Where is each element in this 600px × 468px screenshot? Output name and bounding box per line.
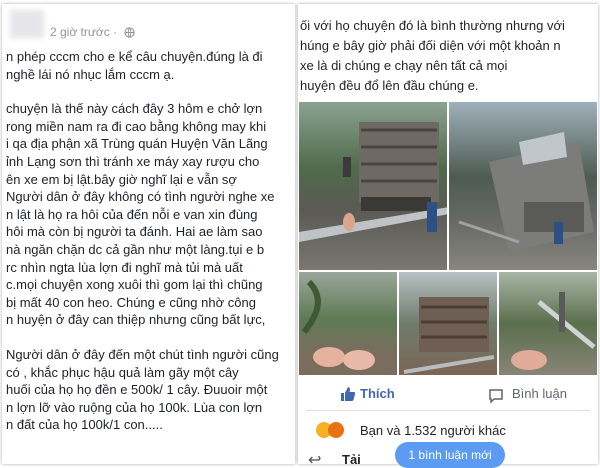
- post-header: 2 giờ trước ·: [10, 10, 285, 40]
- like-icon[interactable]: [340, 386, 356, 402]
- post-time-text[interactable]: 2 giờ trước ·: [50, 25, 117, 39]
- actions-divider: [306, 410, 590, 411]
- accident-photo-1[interactable]: [298, 101, 448, 271]
- like-button[interactable]: Thích: [360, 386, 395, 401]
- post-body: n phép cccm cho e kể câu chuyện.đúng là …: [6, 48, 293, 451]
- new-comment-pill[interactable]: 1 bình luận mới: [395, 442, 505, 468]
- comment-button[interactable]: Bình luận: [512, 386, 567, 401]
- reactions-count[interactable]: Bạn và 1.532 người khác: [360, 423, 506, 438]
- post-paragraph-2: chuyện là thế này cách đây 3 hôm e chở l…: [6, 101, 275, 328]
- accident-photo-3[interactable]: [298, 271, 398, 376]
- post-continuation-text: ối với họ chuyện đó là bình thường nhưng…: [300, 18, 565, 93]
- post-time[interactable]: 2 giờ trước ·: [50, 25, 136, 39]
- angry-reaction-icon: [328, 422, 344, 438]
- load-comments-link[interactable]: Tải các: [342, 452, 364, 464]
- back-arrow-icon[interactable]: ↩: [308, 450, 321, 464]
- globe-icon: [124, 27, 136, 38]
- post-paragraph-1: n phép cccm cho e kể câu chuyện.đúng là …: [6, 49, 263, 82]
- comment-icon[interactable]: [488, 388, 504, 404]
- accident-photo-2[interactable]: [448, 101, 598, 271]
- post-paragraph-3: Người dân ở đây đến một chút tình người …: [6, 346, 279, 433]
- blurred-author-avatar: [10, 10, 44, 38]
- accident-photo-4[interactable]: [398, 271, 498, 376]
- left-post-card: 2 giờ trước · n phép cccm cho e kể câu c…: [2, 4, 295, 464]
- accident-photo-5[interactable]: [498, 271, 598, 376]
- right-post-card: ối với họ chuyện đó là bình thường nhưng…: [298, 4, 598, 464]
